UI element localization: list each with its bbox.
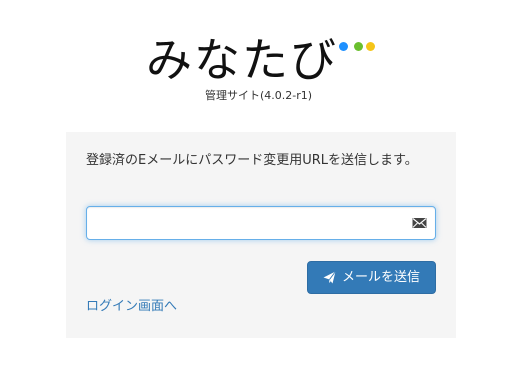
email-input[interactable] [86,206,436,240]
instructions-text: 登録済のEメールにパスワード変更用URLを送信します。 [86,153,418,168]
email-field-wrapper [86,206,436,240]
site-logo: みなたび [146,30,376,90]
paper-plane-icon [323,271,336,284]
password-reset-panel: 登録済のEメールにパスワード変更用URLを送信します。 メールを送信 ログイン画… [66,132,456,338]
send-email-button[interactable]: メールを送信 [307,261,436,294]
envelope-icon [412,218,427,228]
send-email-label: メールを送信 [341,270,420,285]
logo-text: みなたび [146,33,338,87]
logo-dot-yellow [366,42,375,51]
logo-dot-blue [339,42,348,51]
logo-dot-green [354,42,363,51]
back-to-login-link[interactable]: ログイン画面へ [86,297,177,317]
site-subtitle: 管理サイト(4.0.2-r1) [204,89,313,102]
